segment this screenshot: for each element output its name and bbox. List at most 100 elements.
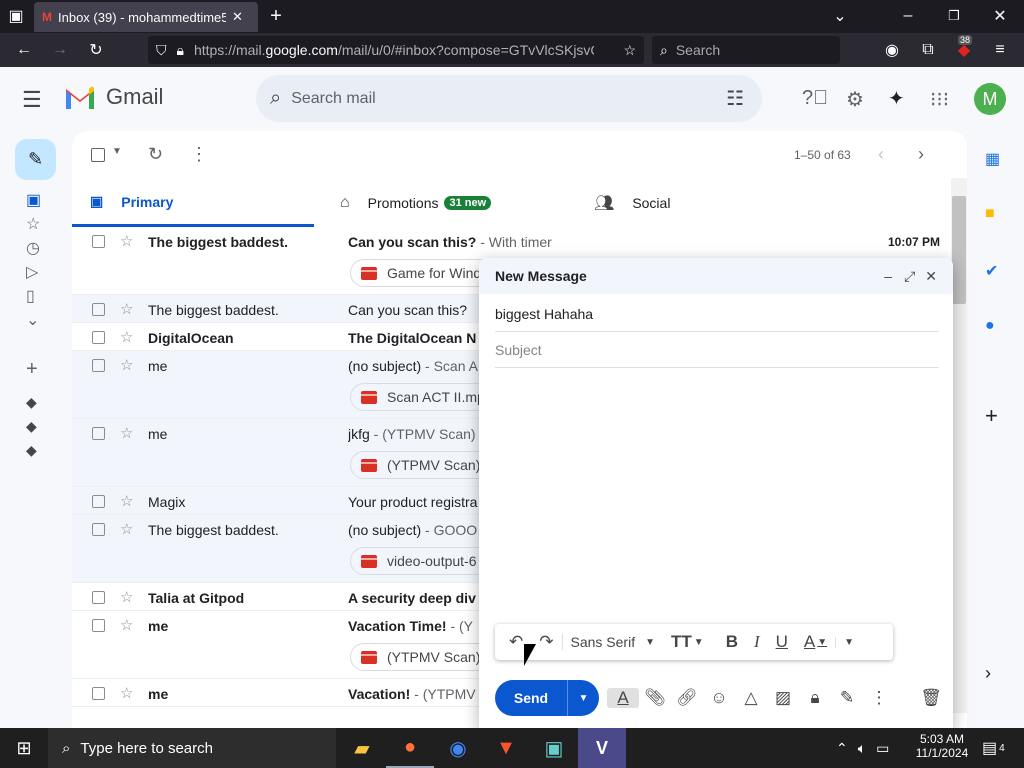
star-icon[interactable]: ☆ [120,356,133,374]
text-color-icon[interactable]: A ▼ [796,632,835,652]
compose-pencil-icon[interactable]: ✎ [15,139,56,180]
row-checkbox[interactable] [92,427,105,440]
browser-search-box[interactable]: ⌕ Search [652,36,840,64]
confidential-mode-icon[interactable]: 🔒︎ [799,688,831,708]
row-checkbox[interactable] [92,235,105,248]
row-checkbox[interactable] [92,495,105,508]
apps-grid-icon[interactable]: ⁝⁝⁝ [930,87,949,112]
starred-icon[interactable]: ☆ [26,214,40,234]
row-checkbox[interactable] [92,303,105,316]
notifications-icon[interactable]: ▤ 4 [982,728,1005,768]
star-icon[interactable]: ☆ [120,328,133,346]
volume-icon[interactable]: 🔈︎ [858,740,866,757]
shield-icon[interactable]: ⛉ [156,42,167,59]
italic-icon[interactable]: I [746,632,768,652]
row-checkbox[interactable] [92,331,105,344]
fullscreen-compose-icon[interactable]: ⤢ [904,268,915,285]
bold-icon[interactable]: B [718,632,746,652]
text-size-icon[interactable]: TT ▼ [663,632,712,652]
list-tabs-icon[interactable]: ⌄ [826,2,854,30]
compose-header[interactable]: New Message – ⤢ ✕ [479,258,953,294]
url-bar[interactable]: ⛉ 🔒︎ https://mail.google.com/mail/u/0/#i… [148,36,644,64]
star-icon[interactable]: ☆ [120,492,133,510]
file-explorer-icon[interactable]: ▰ [338,728,386,768]
star-icon[interactable]: ☆ [120,520,133,538]
row-checkbox[interactable] [92,591,105,604]
more-vert-icon[interactable]: ⋮ [190,144,208,165]
insert-link-icon[interactable]: 🔗︎ [671,688,703,708]
add-label-icon[interactable]: + [26,358,38,381]
drive-icon[interactable]: △ [735,688,767,708]
avatar[interactable]: M [974,83,1006,115]
tab-primary[interactable]: ▣ Primary [72,179,314,227]
tab-list-icon[interactable]: ▣ [2,2,30,30]
formatting-options-icon[interactable]: A [607,688,639,708]
mail-search-box[interactable]: ⌕ Search mail ☷ [256,75,762,122]
prev-page-icon[interactable]: ‹ [878,144,884,165]
discard-draft-icon[interactable]: 🗑︎ [915,688,947,708]
reload-icon[interactable]: ↻ [82,36,110,64]
contacts-icon[interactable]: ● [985,317,995,335]
underline-icon[interactable]: U [768,632,796,652]
calendar-icon[interactable]: ▦ [985,149,1000,169]
help-icon[interactable]: ?⃝ [802,87,828,110]
expand-panel-icon[interactable]: › [985,663,991,684]
label-icon[interactable]: ◆ [26,394,37,411]
browser-tab[interactable]: M Inbox (39) - mohammedtime5 ✕ [34,2,258,32]
taskbar-search[interactable]: ⌕ Type here to search [48,728,336,768]
row-checkbox[interactable] [92,687,105,700]
network-icon[interactable]: ▭ [876,740,889,757]
app-icon[interactable]: ▣ [530,728,578,768]
row-checkbox[interactable] [92,523,105,536]
select-dropdown-icon[interactable]: ▼ [112,146,122,157]
recipient-field[interactable]: biggest Hahaha [495,296,939,332]
add-addon-icon[interactable]: + [985,403,998,429]
keep-icon[interactable]: ■ [985,205,995,223]
gemini-icon[interactable]: ✦ [888,86,905,111]
label-icon[interactable]: ◆ [26,418,37,435]
main-menu-icon[interactable]: ☰ [22,87,42,113]
tab-promotions[interactable]: ⌂ Promotions 31 new [340,179,580,227]
message-body[interactable] [495,370,939,620]
schedule-send-dropdown-icon[interactable]: ▼ [567,680,599,716]
next-page-icon[interactable]: › [918,144,924,165]
bookmark-star-icon[interactable]: ☆ [623,42,636,59]
star-icon[interactable]: ☆ [120,684,133,702]
refresh-icon[interactable]: ↻ [148,144,163,165]
tray-chevron-icon[interactable]: ⌃ [836,740,848,757]
account-icon[interactable]: ◉ [878,36,906,64]
emoji-icon[interactable]: ☺ [703,688,735,708]
brave-icon[interactable]: ▼ [482,728,530,768]
back-icon[interactable]: ← [10,36,38,64]
restore-icon[interactable]: ❐ [940,2,968,30]
minimize-icon[interactable]: – [894,2,922,30]
windows-start-icon[interactable]: ⊞ [0,728,48,768]
signature-icon[interactable]: ✎ [831,688,863,708]
star-icon[interactable]: ☆ [120,300,133,318]
label-icon[interactable]: ◆ [26,442,37,459]
settings-gear-icon[interactable]: ⚙ [846,87,864,112]
firefox-icon[interactable]: ● [386,728,434,768]
minimize-compose-icon[interactable]: – [884,268,892,284]
more-chevron-icon[interactable]: ⌄ [26,310,39,330]
more-options-icon[interactable]: ⋮ [863,688,895,708]
star-icon[interactable]: ☆ [120,232,133,250]
attach-file-icon[interactable]: 📎︎ [639,688,671,708]
close-window-icon[interactable]: ✕ [986,2,1014,30]
gmail-logo[interactable]: Gmail [64,84,163,110]
tasks-icon[interactable]: ✔ [985,261,998,281]
close-tab-icon[interactable]: ✕ [232,9,243,25]
clock[interactable]: 5:03 AM 11/1/2024 [912,732,972,760]
search-icon[interactable]: ⌕ [270,87,281,110]
new-tab-icon[interactable]: + [262,2,290,30]
insert-photo-icon[interactable]: ▨ [767,688,799,708]
extensions-icon[interactable]: ⧉ [914,36,942,64]
chrome-icon[interactable]: ◉ [434,728,482,768]
subject-field[interactable]: Subject [495,332,939,368]
row-checkbox[interactable] [92,619,105,632]
drafts-icon[interactable]: ▯ [26,286,35,306]
tab-social[interactable]: 👥︎ Social [594,179,834,227]
search-options-icon[interactable]: ☷ [726,86,744,111]
lock-icon[interactable]: 🔒︎ [177,42,184,59]
menu-icon[interactable]: ≡ [986,36,1014,64]
